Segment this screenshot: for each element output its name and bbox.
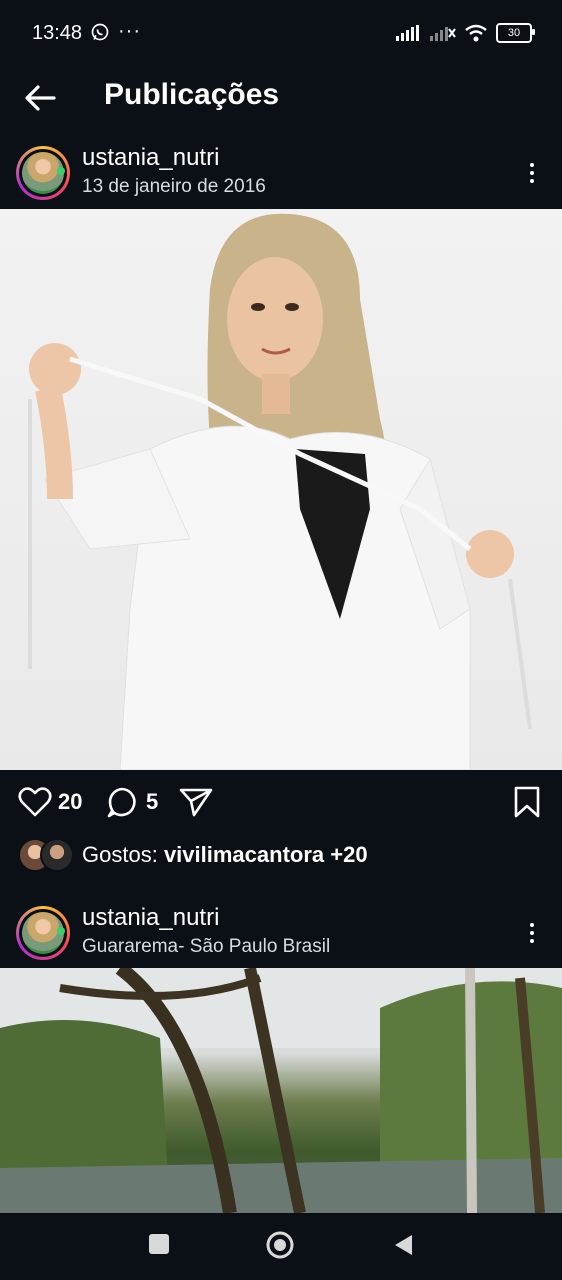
post-location[interactable]: Guararema- São Paulo Brasil [82,936,330,958]
post-image[interactable] [0,209,562,770]
kebab-icon[interactable] [518,916,546,950]
comment-count: 5 [146,789,159,814]
heart-icon [18,787,52,817]
liked-by-text: Gostos: vivilimacantora +20 [82,842,368,867]
signal-icon [396,25,419,41]
triangle-icon[interactable] [392,1233,414,1257]
post-header: ustania_nutri Guararema- São Paulo Brasi… [0,898,562,966]
square-icon[interactable] [148,1233,170,1255]
status-bar: 13:48 ··· 30 [0,0,562,66]
avatar[interactable] [16,146,70,200]
system-nav-bar [0,1213,562,1280]
avatar[interactable] [16,906,70,960]
battery-icon: 30 [496,23,535,43]
status-icons: 30 [396,22,535,44]
post-photo-art [28,213,532,770]
comment-button[interactable]: 5 [106,786,158,818]
post-actions: 20 5 [0,770,562,836]
circle-icon[interactable] [266,1231,294,1259]
liked-by-row[interactable]: Gostos: vivilimacantora +20 [0,836,562,876]
like-count: 20 [58,789,83,814]
wifi-icon [465,24,487,42]
whatsapp-icon [91,23,109,41]
post-username[interactable]: ustania_nutri [82,904,219,932]
share-button[interactable] [178,786,214,818]
page-title: Publicações [104,78,280,111]
signal-icon-secondary [430,27,456,41]
liked-by-user[interactable]: vivilimacantora [164,842,324,867]
post-username[interactable]: ustania_nutri [82,144,219,172]
status-more: ··· [118,20,141,42]
post-image[interactable] [0,968,562,1213]
app-header: Publicações [0,66,562,130]
post-header: ustania_nutri 13 de janeiro de 2016 [0,138,562,206]
avatar [40,838,74,872]
liked-by-more[interactable]: +20 [330,842,367,867]
comment-icon [107,787,136,818]
post-photo-art [0,968,562,1213]
like-button[interactable]: 20 [18,786,82,818]
send-icon [179,788,213,817]
status-time: 13:48 [32,22,83,44]
arrow-left-icon[interactable] [20,78,60,118]
bookmark-icon [514,786,540,818]
save-button[interactable] [512,786,542,818]
post-date: 13 de janeiro de 2016 [82,176,266,197]
kebab-icon[interactable] [518,156,546,190]
